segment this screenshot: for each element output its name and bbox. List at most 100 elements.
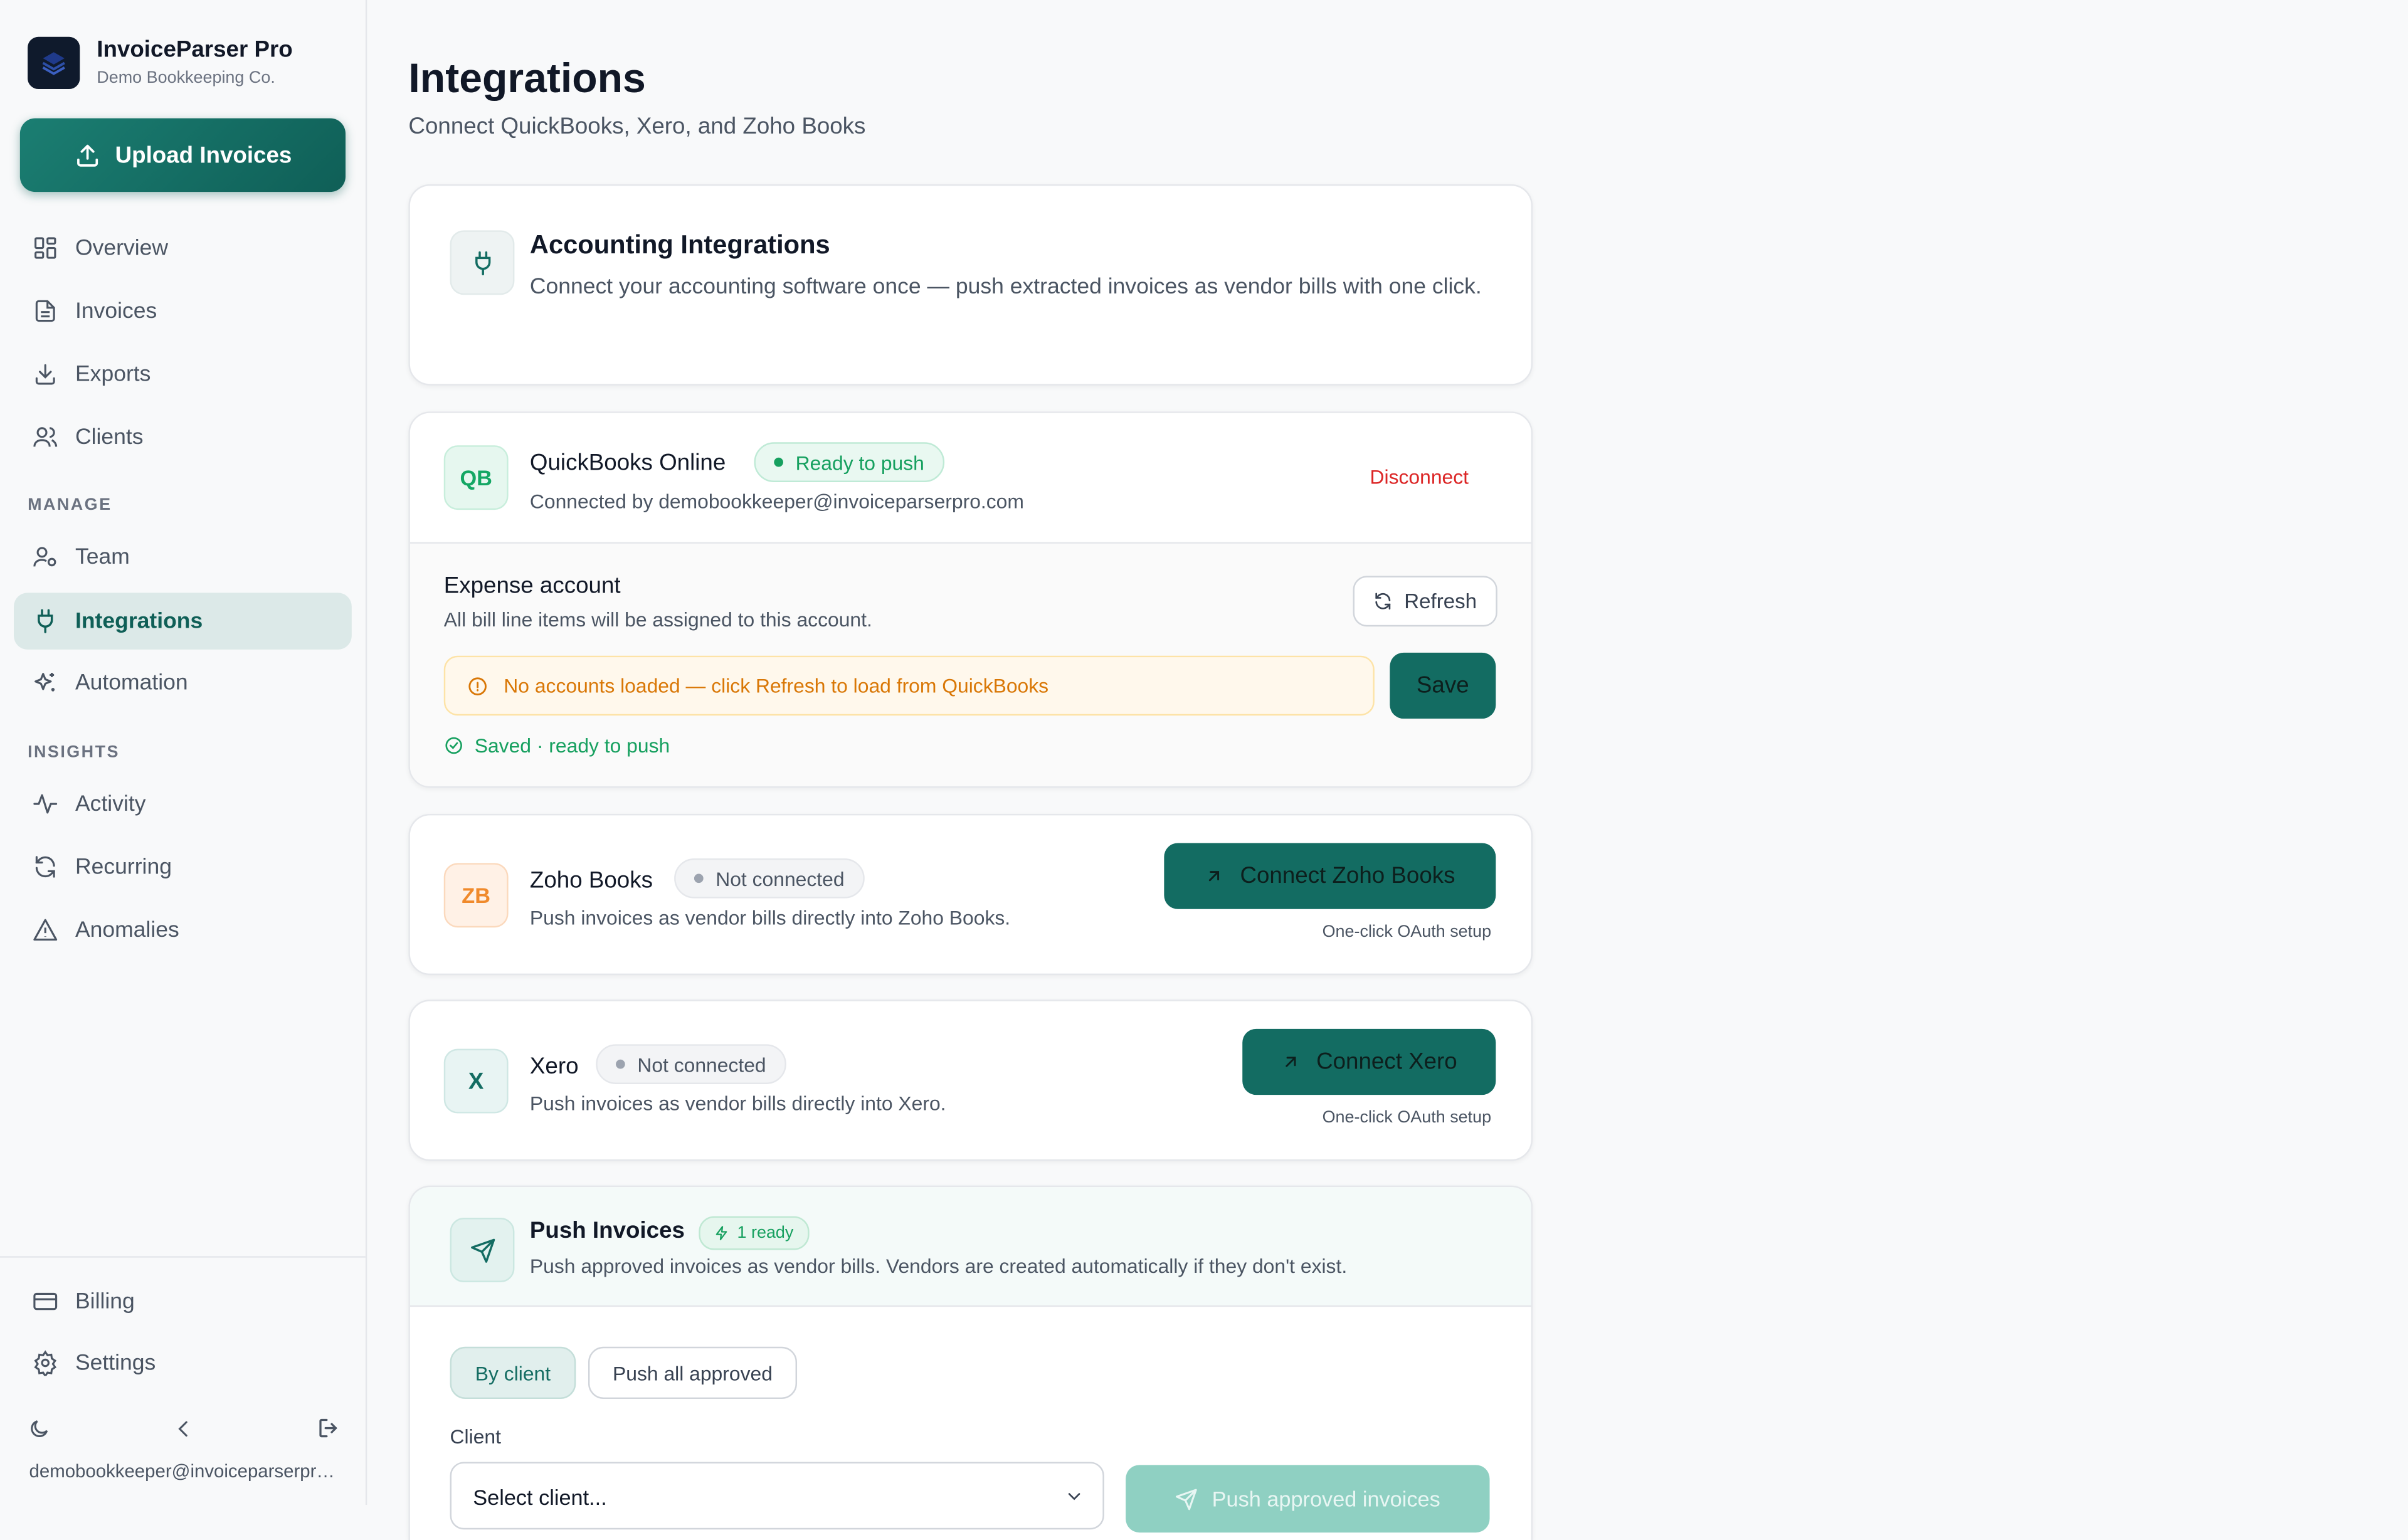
expense-account-title: Expense account <box>443 572 621 599</box>
sidebar-item-label: Overview <box>75 235 169 261</box>
moon-icon[interactable] <box>28 1416 51 1447</box>
user-email: demobookkeeper@invoiceparserpro.com <box>29 1460 343 1482</box>
sidebar-item-label: Automation <box>75 670 188 695</box>
sidebar-item-label: Exports <box>75 361 151 386</box>
disconnect-button[interactable]: Disconnect <box>1370 465 1469 488</box>
sidebar-item-anomalies[interactable]: Anomalies <box>14 902 352 959</box>
credit-card-icon <box>29 1289 60 1315</box>
sidebar-item-automation[interactable]: Automation <box>14 654 352 711</box>
sidebar-item-label: Settings <box>75 1350 156 1376</box>
sidebar-item-clients[interactable]: Clients <box>14 408 352 465</box>
client-select[interactable]: Select client... <box>450 1462 1104 1530</box>
sidebar-tools <box>28 1416 341 1448</box>
no-accounts-warning: No accounts loaded — click Refresh to lo… <box>443 655 1375 716</box>
sidebar-item-billing[interactable]: Billing <box>14 1273 352 1330</box>
saved-status: Saved · ready to push <box>444 734 670 757</box>
sidebar-item-label: Anomalies <box>75 917 179 942</box>
page-title: Integrations <box>408 55 646 102</box>
zoho-books-card: ZB Zoho Books Not connected Push invoice… <box>408 813 1533 976</box>
zoho-books-name: Zoho Books <box>529 867 653 894</box>
sidebar-item-settings[interactable]: Settings <box>14 1334 352 1391</box>
sidebar-item-exports[interactable]: Exports <box>14 345 352 403</box>
sidebar-item-label: Integrations <box>75 609 203 634</box>
push-approved-invoices-button[interactable]: Push approved invoices <box>1126 1465 1490 1533</box>
accounting-integrations-card: Accounting Integrations Connect your acc… <box>408 184 1533 386</box>
zoho-status: Not connected <box>716 867 845 890</box>
sidebar-item-label: Recurring <box>75 854 172 880</box>
zoho-desc: Push invoices as vendor bills directly i… <box>529 905 1011 929</box>
sidebar: InvoiceParser Pro Demo Bookkeeping Co. U… <box>0 0 367 1506</box>
collapse-sidebar-icon[interactable] <box>172 1416 195 1447</box>
sidebar-divider <box>0 1256 366 1258</box>
users-icon <box>29 424 60 450</box>
alert-circle-icon <box>468 677 487 695</box>
sidebar-item-label: Billing <box>75 1289 135 1314</box>
save-button[interactable]: Save <box>1390 652 1496 719</box>
sidebar-item-label: Clients <box>75 425 144 450</box>
tab-by-client[interactable]: By client <box>450 1346 576 1400</box>
expense-account-desc: All bill line items will be assigned to … <box>443 608 872 631</box>
nav-section-manage: MANAGE <box>28 496 112 515</box>
sidebar-item-label: Team <box>75 544 130 569</box>
sidebar-item-team[interactable]: Team <box>14 528 352 585</box>
plug-icon <box>450 230 515 295</box>
upload-invoices-button[interactable]: Upload Invoices <box>19 118 346 192</box>
connect-zoho-books-button[interactable]: Connect Zoho Books <box>1164 843 1496 909</box>
sidebar-item-overview[interactable]: Overview <box>14 219 352 277</box>
document-icon <box>29 298 60 324</box>
push-invoices-desc: Push approved invoices as vendor bills. … <box>529 1254 1348 1278</box>
zoho-books-logo: ZB <box>443 863 509 928</box>
status-dot-icon <box>694 873 704 883</box>
sidebar-item-recurring[interactable]: Recurring <box>14 838 352 895</box>
brand-logo-icon <box>28 36 80 90</box>
sidebar-item-integrations[interactable]: Integrations <box>14 593 352 650</box>
sidebar-item-activity[interactable]: Activity <box>14 776 352 833</box>
brand-org: Demo Bookkeeping Co. <box>97 69 275 88</box>
plug-icon <box>29 608 60 635</box>
refresh-button[interactable]: Refresh <box>1353 576 1497 627</box>
gear-icon <box>29 1350 60 1376</box>
client-label: Client <box>450 1425 501 1448</box>
team-icon <box>29 544 60 570</box>
arrow-up-right-icon <box>1209 871 1220 882</box>
ready-count-badge: 1 ready <box>699 1216 809 1250</box>
refresh-icon <box>29 854 60 880</box>
upload-invoices-label: Upload Invoices <box>115 142 292 169</box>
ready-count: 1 ready <box>737 1223 794 1243</box>
saved-text: Saved · ready to push <box>474 734 670 757</box>
connect-xero-button[interactable]: Connect Xero <box>1242 1028 1496 1095</box>
connect-zoho-label: Connect Zoho Books <box>1240 863 1455 889</box>
chevron-down-icon <box>1068 1493 1080 1500</box>
lightning-icon <box>716 1226 727 1240</box>
activity-icon <box>29 791 60 817</box>
quickbooks-status: Ready to push <box>795 450 924 474</box>
tab-push-all-approved[interactable]: Push all approved <box>588 1346 798 1400</box>
xero-card: X Xero Not connected Push invoices as ve… <box>408 999 1533 1161</box>
quickbooks-logo: QB <box>443 445 509 510</box>
sparkles-icon <box>29 670 60 696</box>
quickbooks-connected-by: Connected by demobookkeeper@invoiceparse… <box>529 490 1024 513</box>
refresh-icon <box>1376 593 1391 610</box>
intro-title: Accounting Integrations <box>529 230 830 260</box>
brand[interactable]: InvoiceParser Pro Demo Bookkeeping Co. <box>28 36 293 90</box>
xero-oauth-note: One-click OAuth setup <box>1322 1109 1492 1127</box>
connect-xero-label: Connect Xero <box>1316 1048 1457 1075</box>
app-root: InvoiceParser Pro Demo Bookkeeping Co. U… <box>0 0 2408 1540</box>
status-dot-icon <box>616 1059 625 1069</box>
send-icon <box>1176 1488 1198 1510</box>
intro-desc: Connect your accounting software once — … <box>529 275 1482 300</box>
warning-text: No accounts loaded — click Refresh to lo… <box>504 674 1049 697</box>
push-invoices-card: Push Invoices 1 ready Push approved invo… <box>408 1185 1533 1540</box>
quickbooks-card: QB QuickBooks Online Ready to push Conne… <box>408 411 1533 788</box>
sidebar-item-label: Invoices <box>75 298 157 324</box>
xero-name: Xero <box>529 1053 579 1080</box>
sidebar-item-label: Activity <box>75 791 146 816</box>
sidebar-item-invoices[interactable]: Invoices <box>14 283 352 340</box>
check-circle-icon <box>445 737 462 754</box>
refresh-label: Refresh <box>1404 589 1477 613</box>
zoho-status-badge: Not connected <box>674 858 865 899</box>
zoho-oauth-note: One-click OAuth setup <box>1322 922 1492 942</box>
xero-status-badge: Not connected <box>596 1044 786 1084</box>
xero-logo: X <box>443 1048 509 1114</box>
logout-icon[interactable] <box>316 1416 341 1448</box>
